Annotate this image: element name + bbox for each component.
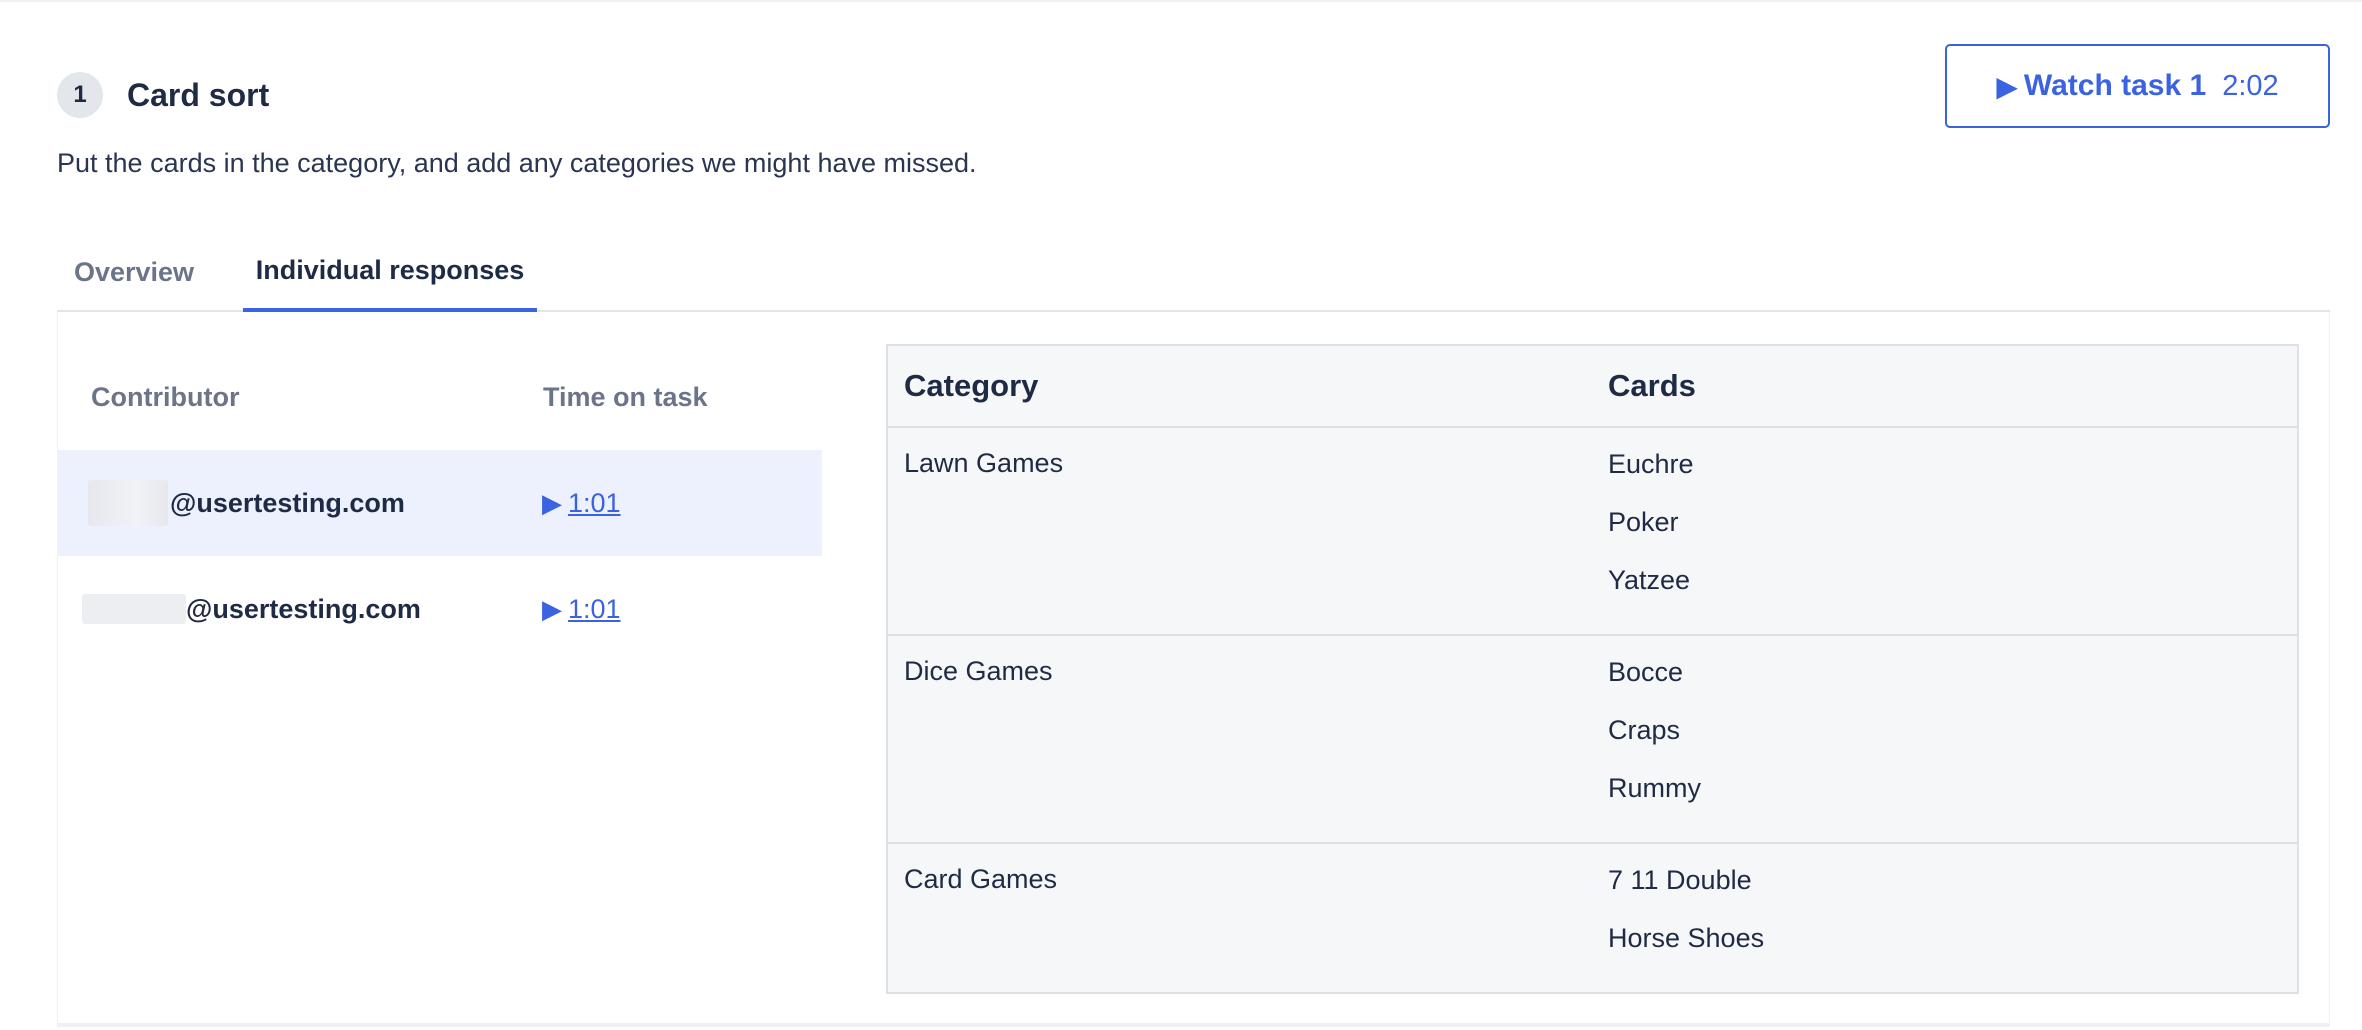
task-title: Card sort [127, 76, 270, 113]
card-item: Euchre [1608, 449, 1694, 479]
tab-bar: Overview Individual responses [57, 232, 2330, 312]
time-on-task-link[interactable]: ▶ 1:01 [542, 594, 621, 625]
time-on-task-value: 1:01 [568, 487, 621, 518]
time-on-task-column-header: Time on task [543, 382, 708, 412]
category-name: Card Games [904, 864, 1058, 894]
card-item: Bocce [1608, 657, 1684, 687]
task-description: Put the cards in the category, and add a… [57, 148, 977, 178]
watch-task-duration: 2:02 [2222, 69, 2279, 102]
cards-column-header: Cards [1608, 368, 1696, 403]
task-header: 1 Card sort [57, 72, 269, 118]
page: 1 Card sort Put the cards in the categor… [0, 0, 2362, 1030]
category-row: Dice Games Bocce Craps Rummy [888, 636, 2297, 844]
watch-task-button[interactable]: ▶ Watch task 1 2:02 [1945, 44, 2330, 128]
card-item: Craps [1608, 715, 1681, 745]
watch-task-label: Watch task 1 [2023, 69, 2207, 102]
contributor-table-header: Contributor Time on task [58, 382, 822, 432]
redacted-email-prefix [82, 594, 186, 624]
redacted-email-prefix [88, 480, 168, 526]
card-list: Euchre Poker Yatzee [1608, 448, 1694, 622]
card-item: Horse Shoes [1608, 923, 1765, 953]
contributor-row[interactable]: @usertesting.com ▶ 1:01 [58, 556, 822, 662]
card-list: 7 11 Double Horse Shoes [1608, 864, 1764, 980]
contributor-row[interactable]: @usertesting.com ▶ 1:01 [58, 450, 822, 556]
card-item: 7 11 Double [1608, 865, 1752, 895]
task-number-badge: 1 [57, 72, 103, 118]
category-row: Lawn Games Euchre Poker Yatzee [888, 428, 2297, 636]
contributor-email: @usertesting.com [186, 593, 421, 624]
category-cards-table: Category Cards Lawn Games Euchre Poker Y… [886, 344, 2299, 994]
category-name: Lawn Games [904, 448, 1064, 478]
contributor-column-header: Contributor [91, 382, 240, 412]
card-item: Yatzee [1608, 565, 1691, 595]
play-icon: ▶ [1996, 70, 2018, 102]
play-icon: ▶ [542, 593, 562, 624]
tab-overview[interactable]: Overview [57, 232, 211, 312]
category-column-header: Category [904, 368, 1039, 403]
individual-responses-panel: Contributor Time on task @usertesting.co… [57, 312, 2330, 1027]
category-name: Dice Games [904, 656, 1053, 686]
card-item: Poker [1608, 507, 1679, 537]
category-row: Card Games 7 11 Double Horse Shoes [888, 844, 2297, 990]
category-table-header: Category Cards [888, 346, 2297, 428]
card-item: Rummy [1608, 773, 1701, 803]
tab-individual-responses[interactable]: Individual responses [243, 232, 537, 312]
card-list: Bocce Craps Rummy [1608, 656, 1701, 830]
play-icon: ▶ [542, 487, 562, 518]
time-on-task-value: 1:01 [568, 593, 621, 624]
time-on-task-link[interactable]: ▶ 1:01 [542, 488, 621, 519]
contributor-email: @usertesting.com [170, 487, 405, 518]
